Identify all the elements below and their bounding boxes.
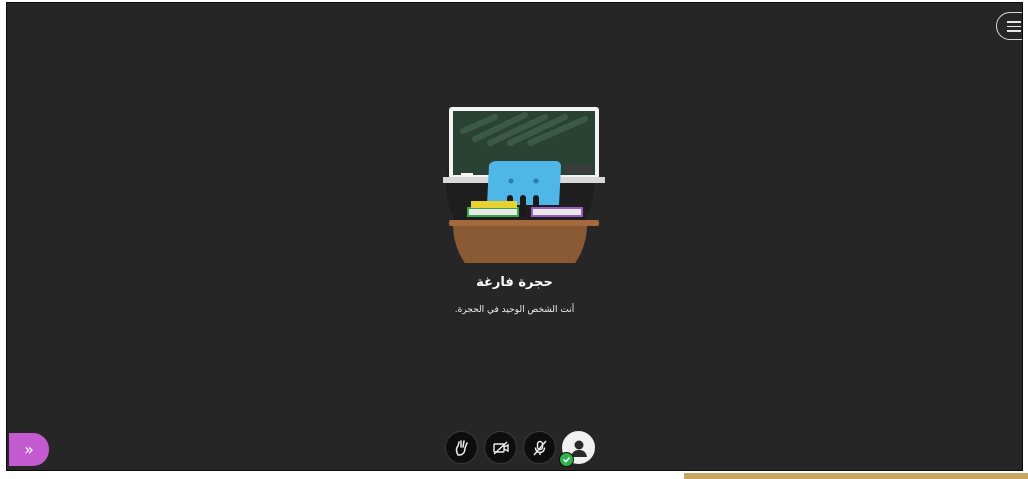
connected-status-icon: [559, 452, 574, 467]
hamburger-menu-button[interactable]: [996, 12, 1022, 40]
expand-panel-button[interactable]: »: [9, 433, 49, 466]
camera-toggle-button[interactable]: [484, 431, 517, 464]
double-chevron-right-icon: »: [24, 440, 34, 459]
raise-hand-button[interactable]: [445, 431, 478, 464]
mic-off-icon: [532, 440, 547, 455]
empty-room-illustration: [443, 107, 605, 263]
media-controls-bar: [445, 431, 595, 467]
microphone-toggle-button[interactable]: [523, 431, 556, 464]
meeting-stage: حجرة فارغة أنت الشخص الوحيد في الحجرة. »: [6, 2, 1023, 471]
empty-room-title: حجرة فارغة: [476, 275, 553, 290]
user-avatar-button[interactable]: [559, 431, 595, 467]
empty-room-subtitle: أنت الشخص الوحيد في الحجرة.: [454, 305, 575, 315]
bottom-accent-bar: [684, 473, 1028, 479]
video-off-icon: [492, 440, 509, 455]
hand-raise-icon: [455, 439, 468, 456]
